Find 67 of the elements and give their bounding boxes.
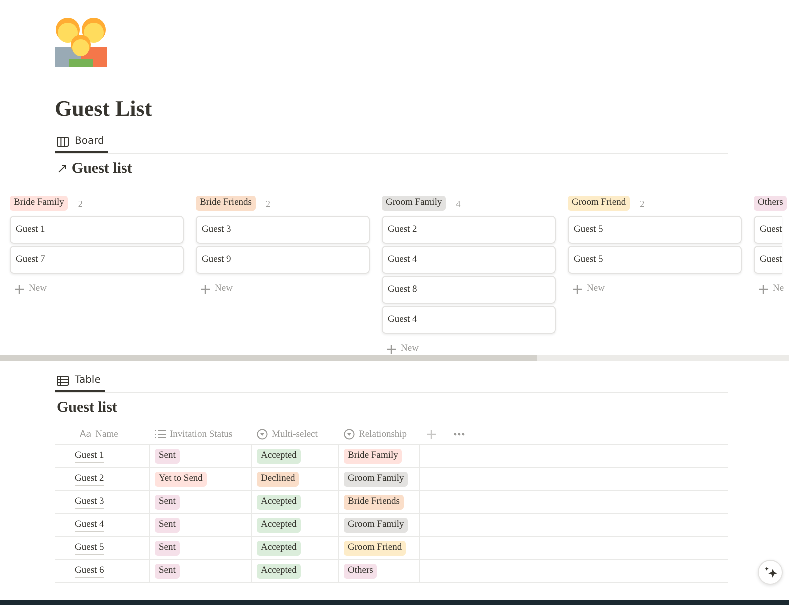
board-icon [57, 136, 69, 146]
link-arrow-icon: ↗ [57, 162, 68, 177]
status-tag: Sent [155, 494, 180, 510]
response-tag: Accepted [257, 518, 301, 532]
group-tag: Groom Friend [568, 196, 630, 211]
page-title: Guest List [55, 96, 154, 122]
table-icon [57, 376, 69, 386]
status-tag: Yet to Send [155, 472, 207, 486]
dropdown-circle-icon [344, 429, 355, 440]
guest-card[interactable]: Guest 1 [10, 216, 184, 244]
guest-card[interactable]: Guest 2 [382, 216, 556, 244]
more-icon [454, 433, 465, 436]
board-heading: Guest list [72, 161, 132, 178]
guest-card[interactable]: Guest 5 [568, 246, 742, 274]
group-count: 4 [456, 198, 461, 208]
group-tag: Bride Friends [196, 196, 256, 211]
guest-card[interactable]: Guest 9 [196, 246, 370, 274]
relationship-tag: Others [344, 564, 378, 578]
view-tab[interactable]: Table [55, 371, 105, 392]
relationship-tag: Groom Family [344, 472, 408, 486]
sparkle-icon [764, 566, 778, 580]
plus-icon [759, 284, 768, 294]
guest-card[interactable]: Guest 7 [10, 246, 184, 274]
guest-name-link[interactable]: Guest 2 [75, 472, 104, 486]
relationship-tag: Groom Friend [344, 540, 406, 556]
ai-assistant-button[interactable] [758, 560, 783, 585]
plus-icon [201, 284, 210, 294]
group-tag: Others [754, 196, 788, 211]
guest-name-link[interactable]: Guest 1 [75, 450, 104, 462]
group-count: 2 [640, 198, 645, 208]
response-tag: Accepted [257, 448, 301, 464]
status-tag: Sent [155, 448, 180, 464]
group-count: 2 [78, 198, 83, 208]
guest-card[interactable]: Guest 4 [382, 306, 556, 334]
relationship-tag: Bride Friends [344, 494, 404, 510]
plus-icon [427, 430, 436, 439]
relationship-tag: Groom Family [344, 518, 408, 532]
guest-name-link[interactable]: Guest 3 [75, 496, 104, 508]
response-tag: Declined [257, 472, 300, 486]
guest-card[interactable]: Guest 5 [568, 216, 742, 244]
table-heading: Guest list [57, 400, 118, 417]
status-tag: Sent [155, 518, 180, 532]
view-tab[interactable]: Board [55, 132, 108, 153]
status-tag: Sent [155, 564, 180, 578]
guest-name-link[interactable]: Guest 4 [75, 518, 104, 532]
scrollbar[interactable] [0, 355, 789, 361]
response-tag: Accepted [257, 540, 301, 556]
status-tag: Sent [155, 540, 180, 556]
group-count: 2 [266, 198, 270, 208]
response-tag: Accepted [257, 564, 301, 578]
dropdown-circle-icon [257, 429, 268, 440]
guest-card[interactable]: Guest [754, 246, 782, 274]
guest-card[interactable]: Guest 3 [196, 216, 370, 244]
group-tag: Bride Family [10, 196, 68, 211]
plus-icon [387, 344, 396, 354]
plus-icon [15, 284, 24, 294]
plus-icon [573, 284, 582, 294]
family-icon [55, 15, 107, 67]
guest-card[interactable]: Guest 4 [382, 246, 556, 274]
list-icon [155, 430, 166, 439]
response-tag: Accepted [257, 494, 301, 510]
group-tag: Groom Family [382, 196, 446, 211]
guest-name-link[interactable]: Guest 6 [75, 564, 104, 578]
guest-name-link[interactable]: Guest 5 [75, 542, 104, 554]
relationship-tag: Bride Family [344, 448, 402, 464]
guest-card[interactable]: Guest 8 [382, 276, 556, 304]
guest-card[interactable]: Guest [754, 216, 782, 244]
